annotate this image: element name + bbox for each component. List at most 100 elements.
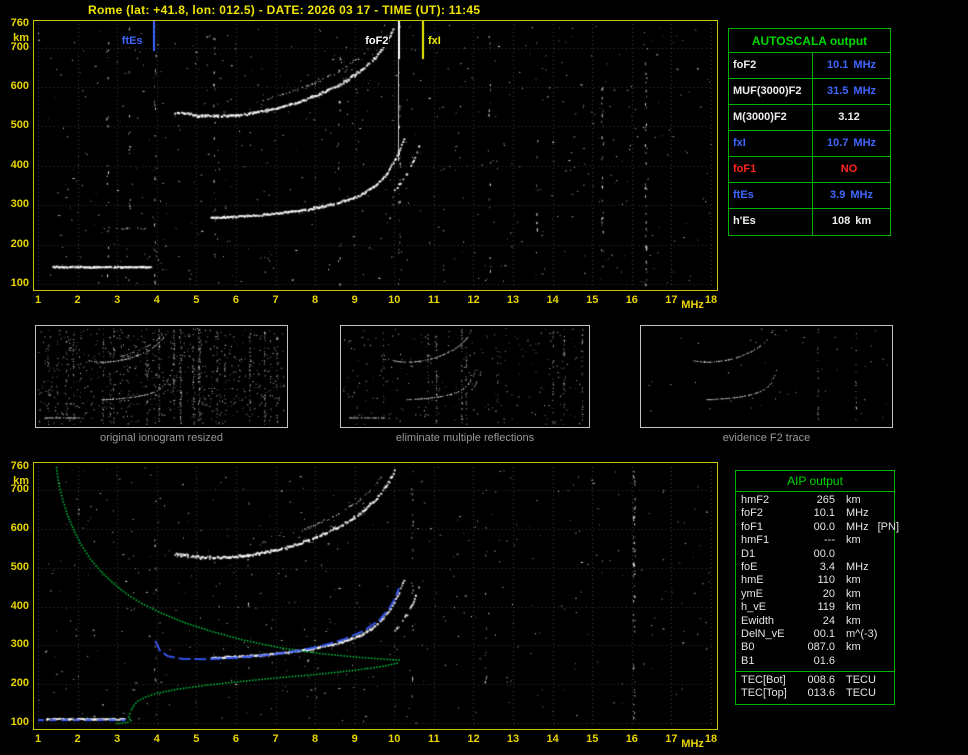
x-axis-tick-bottom: 2 (74, 733, 81, 745)
x-axis-tick-top: 18 (704, 294, 718, 306)
aip-row-label: B0 (741, 641, 755, 654)
x-axis-tick-top: 2 (74, 294, 81, 306)
autoscala-row: foF2 10.1 MHz (729, 53, 890, 79)
aip-row-value: 013.6 (807, 687, 835, 700)
aip-row-label: DelN_vE (741, 627, 785, 640)
aip-row-value: 00.1 (813, 627, 835, 640)
aip-row: hmF2 265 km (736, 494, 894, 507)
aip-row-units: km (837, 601, 894, 614)
aip-row-label: TEC[Bot] (741, 674, 786, 687)
aip-row-unit: km (846, 614, 861, 627)
x-axis-tick-top: 3 (114, 294, 121, 306)
x-axis-tick-bottom: 9 (351, 733, 358, 745)
aip-row: hmF1 --- km (736, 534, 894, 547)
aip-row-label: Ewidth (741, 614, 775, 627)
aip-row-value: 00.0 (813, 520, 835, 533)
x-axis-tick-bottom: 5 (193, 733, 200, 745)
value-text: 10.7 (826, 137, 849, 149)
y-axis-tick-top: 760 (10, 17, 29, 29)
y-axis-tick-bottom: 500 (10, 560, 29, 573)
aip-row: foF1 00.0 MHz [PN] (736, 520, 899, 534)
x-axis-tick-top: 7 (272, 294, 279, 306)
aip-row-units: TECU (837, 674, 894, 687)
aip-row-value: 24 (822, 614, 835, 627)
autoscala-row-value: NO (813, 157, 890, 182)
aip-row-unit: km (846, 494, 861, 506)
aip-row-label: h_vE (741, 601, 767, 614)
aip-row-value: 119 (817, 601, 835, 614)
aip-table-rows: hmF2 265 km foF2 10.1 MHz foF1 00.0 MHz [PN] hmF1 -… (736, 492, 899, 668)
aip-row-units: MHz (837, 561, 894, 574)
y-axis-tick-bottom: 100 (10, 716, 29, 728)
y-axis-tick-bottom: 400 (10, 599, 29, 612)
aip-row-unit: km (846, 641, 861, 654)
y-axis-tick-bottom: 760 (10, 460, 29, 472)
x-axis-tick-bottom: 8 (312, 733, 319, 745)
thumbnail-original-ionogram (35, 325, 288, 428)
aip-row-value: 110 (817, 574, 835, 587)
aip-row-label: foE (741, 560, 758, 573)
aip-row-value: 008.6 (807, 674, 835, 687)
value-text: 3.12 (838, 111, 860, 123)
aip-row-units (837, 655, 894, 668)
x-axis-tick-top: 8 (312, 294, 319, 306)
aip-row: B1 01.6 (736, 655, 894, 668)
x-axis-tick-bottom: 7 (272, 733, 279, 745)
x-axis-tick-top: 5 (193, 294, 200, 306)
y-axis-tick-bottom: 200 (10, 677, 29, 690)
x-axis-tick-top: 9 (351, 294, 358, 306)
x-axis-tick-bottom: 14 (546, 733, 559, 745)
aip-row-units: km (837, 588, 894, 601)
aip-row-units: km (837, 641, 894, 654)
aip-row-label: TEC[Top] (741, 687, 787, 700)
thumbnail-caption-2: evidence F2 trace (722, 432, 811, 444)
autoscala-row-label: MUF(3000)F2 (729, 79, 813, 104)
autoscala-row: M(3000)F2 3.12 (729, 105, 890, 131)
aip-row-unit: km (846, 574, 861, 587)
autoscala-row: ftEs 3.9 MHz (729, 183, 890, 209)
x-axis-tick-top: 11 (428, 294, 440, 306)
freq-unit-label-bottom: MHz (681, 738, 704, 750)
x-axis-tick-bottom: 11 (428, 733, 440, 745)
value-text: 108 (831, 215, 851, 227)
autoscala-row-value: 3.9 MHz (813, 183, 890, 208)
autoscala-main-window: Rome (lat: +41.8, lon: 012.5) - DATE: 20… (0, 0, 968, 755)
aip-row-unit: MHz (846, 520, 869, 533)
aip-row-units: m^(-3) (837, 628, 894, 641)
autoscala-row-label: M(3000)F2 (729, 105, 813, 130)
x-axis-tick-bottom: 12 (467, 733, 480, 745)
aip-row-unit: TECU (846, 674, 876, 687)
aip-row-value: 20 (822, 587, 835, 600)
aip-row-value: 10.1 (813, 507, 835, 520)
thumbnail-caption-0: original ionogram resized (100, 432, 223, 444)
autoscala-table-title: AUTOSCALA output (729, 29, 890, 53)
aip-row-units (837, 548, 894, 561)
aip-row-label: foF2 (741, 507, 764, 520)
x-axis-tick-top: 12 (467, 294, 480, 306)
autoscala-row: h'Es 108 km (729, 209, 890, 235)
aip-row: DelN_vE 00.1 m^(-3) (736, 628, 894, 641)
thumbnail-eliminate-reflections (340, 325, 590, 428)
aip-row-value: 00.0 (813, 547, 835, 560)
x-axis-tick-top: 10 (388, 294, 401, 306)
header-title: Rome (lat: +41.8, lon: 012.5) - DATE: 20… (88, 3, 481, 17)
autoscala-row-label: foF1 (729, 157, 813, 182)
autoscala-row-label: ftEs (729, 183, 813, 208)
autoscala-row-label: foF2 (729, 53, 813, 78)
aip-row-units: km (837, 615, 894, 628)
marker-label-fxI: fxI (427, 35, 442, 47)
value-unit: MHz (853, 137, 877, 149)
aip-row-value: 01.6 (813, 654, 835, 667)
aip-row: foF2 10.1 MHz (736, 507, 894, 520)
x-axis-tick-top: 4 (153, 294, 160, 306)
aip-row-units: km (837, 534, 894, 547)
x-axis-tick-bottom: 6 (232, 733, 239, 745)
aip-row-label: D1 (741, 547, 756, 560)
autoscala-table-rows: foF2 10.1 MHz MUF(3000)F2 31.5 MHz M(3000)F2 3.… (729, 53, 890, 235)
x-axis-tick-bottom: 4 (153, 733, 160, 745)
y-axis-tick-top: 400 (10, 158, 29, 171)
aip-row-unit: m^(-3) (846, 627, 878, 640)
x-axis-tick-top: 16 (625, 294, 638, 306)
autoscala-row-label: fxI (729, 131, 813, 156)
aip-row: ymE 20 km (736, 588, 894, 601)
